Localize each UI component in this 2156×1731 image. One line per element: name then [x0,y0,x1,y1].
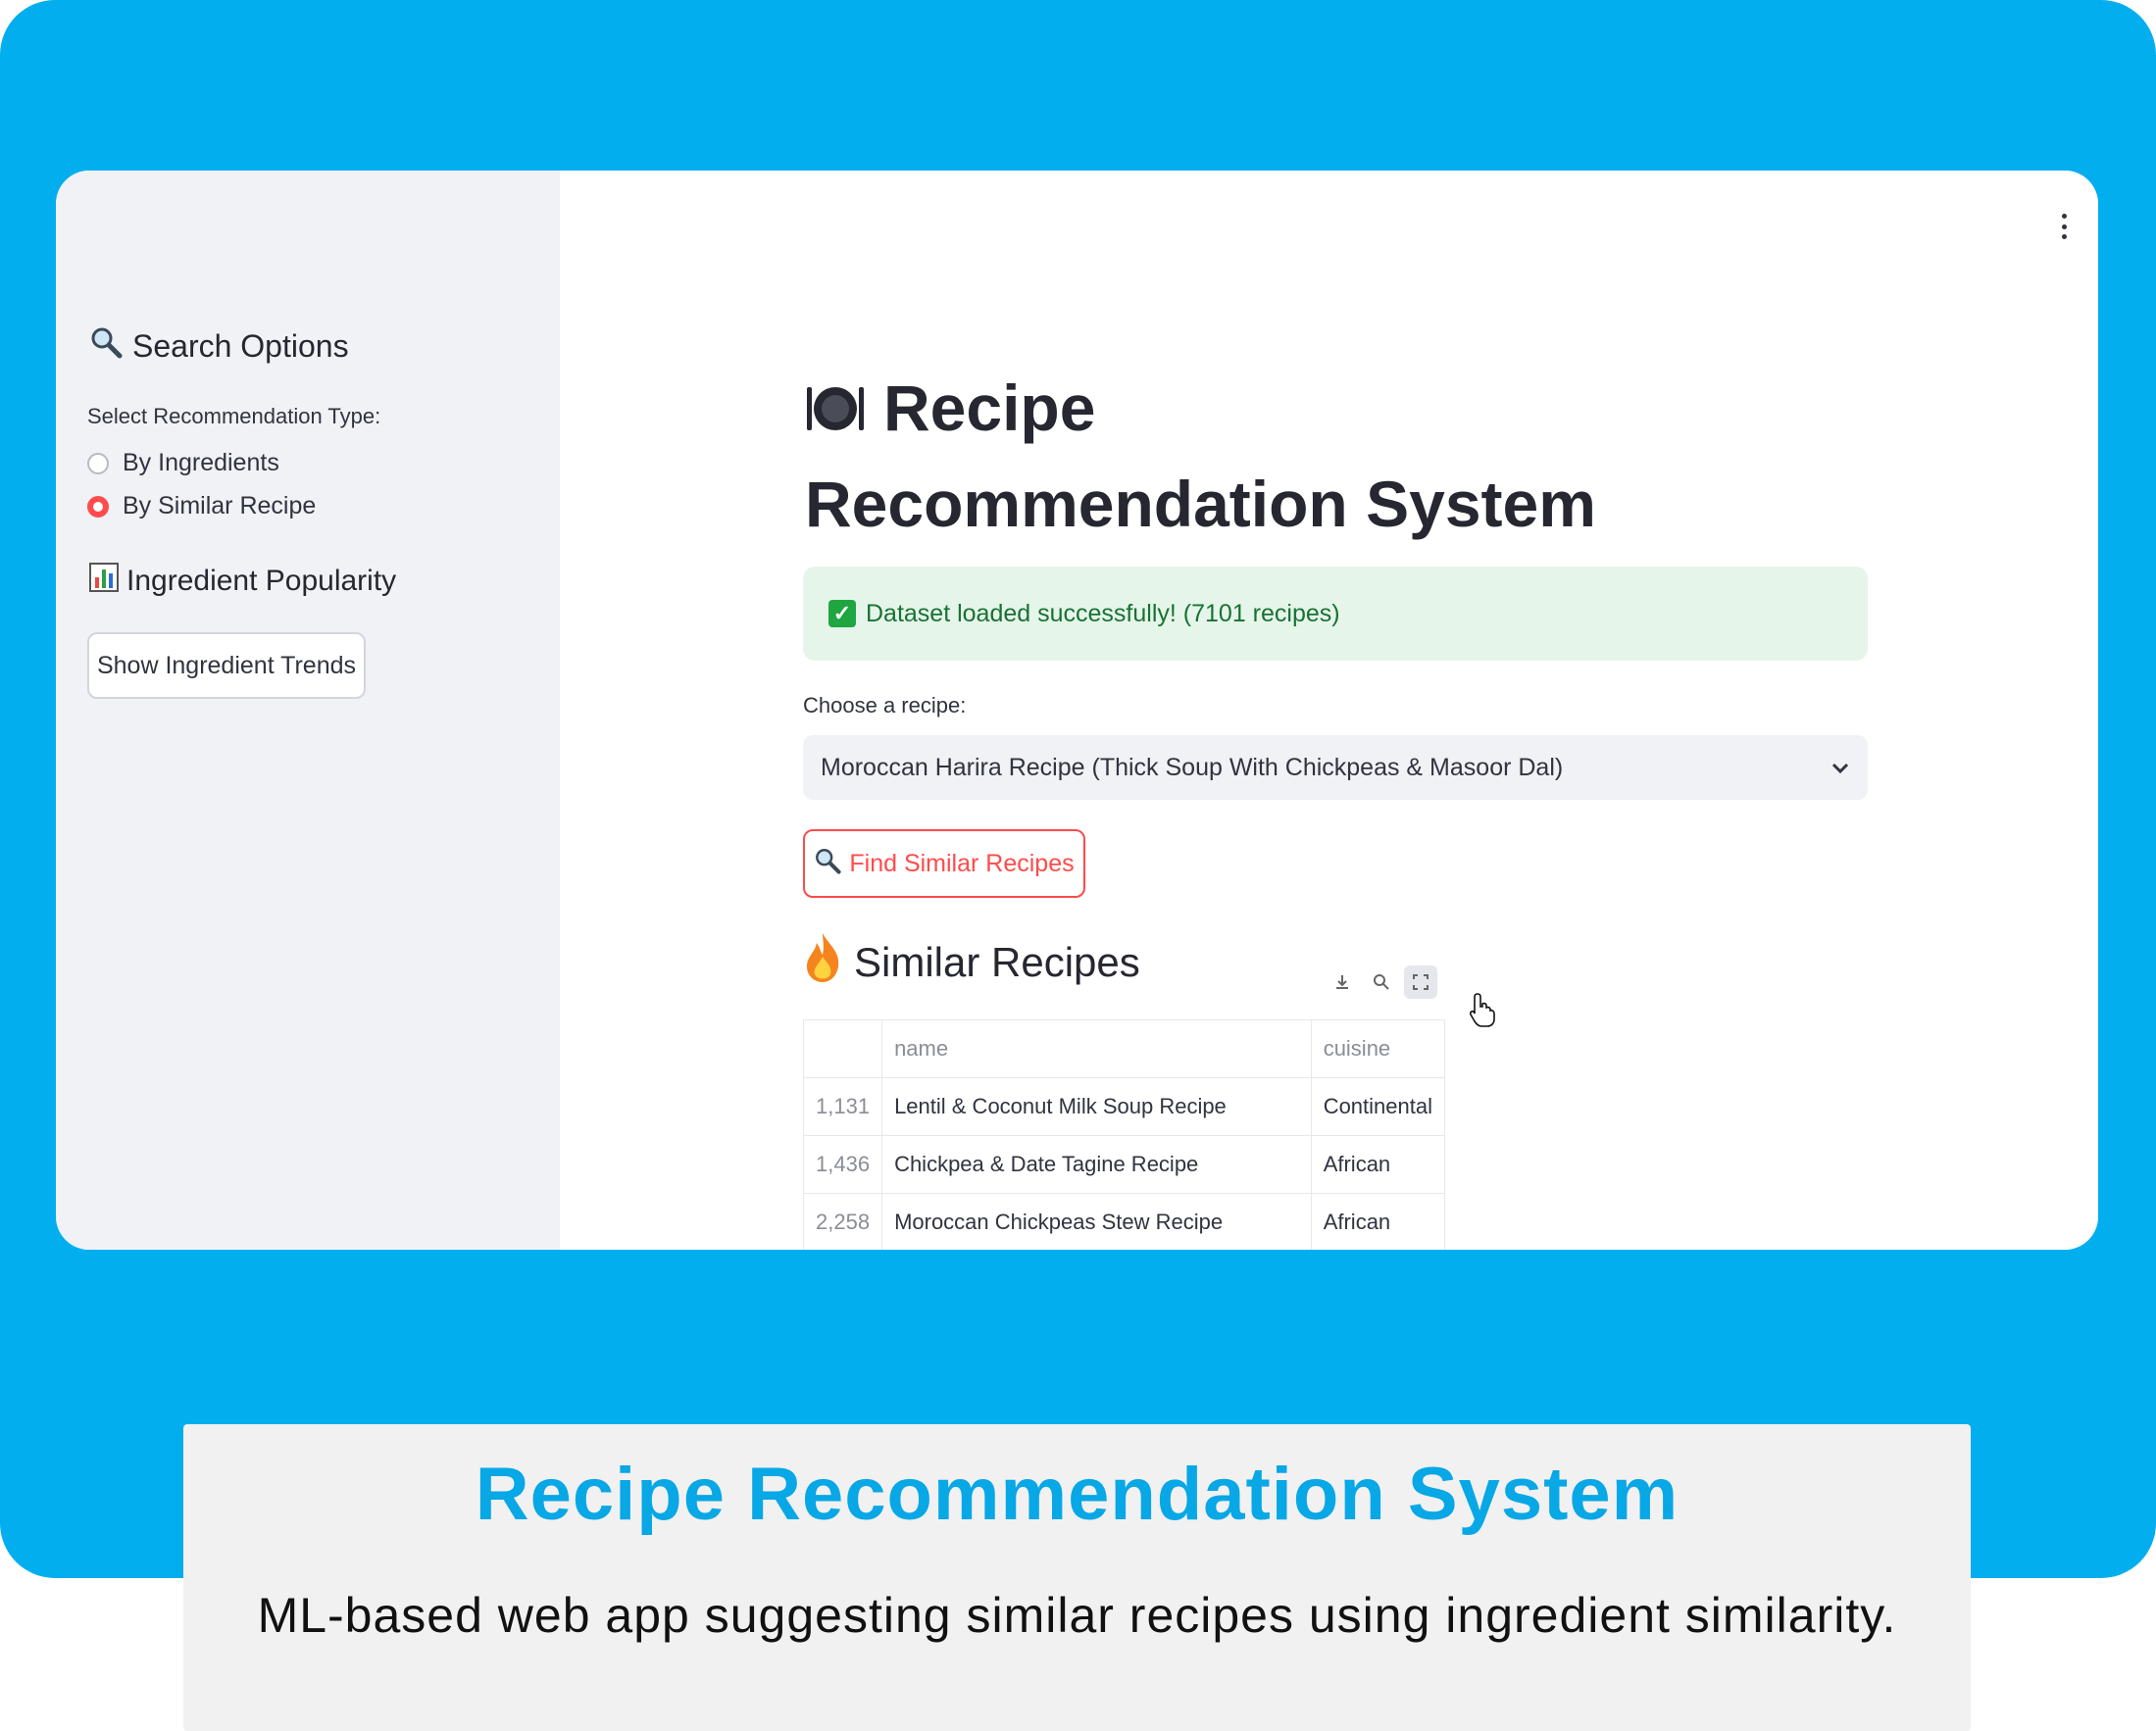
plate-cutlery-icon [805,369,866,459]
cell-cuisine[interactable]: African [1310,1193,1446,1250]
ingredient-popularity-header: Ingredient Popularity [89,563,396,600]
app-window: Search Options Select Recommendation Typ… [56,171,2098,1250]
radio-button-selected[interactable] [87,495,109,518]
caption-title: Recipe Recommendation System [475,1453,1680,1536]
row-index: 2,258 [802,1193,883,1250]
row-index: 1,131 [802,1077,883,1136]
table-row[interactable]: 1,436 Chickpea & Date Tagine Recipe Afri… [802,1135,1446,1194]
find-similar-recipes-button[interactable]: Find Similar Recipes [803,829,1085,898]
success-alert: ✓ Dataset loaded successfully! (7101 rec… [803,567,1868,661]
magnifier-icon [89,325,123,367]
search-icon[interactable] [1365,965,1398,999]
radio-label: By Ingredients [123,449,279,476]
success-message: Dataset loaded successfully! (7101 recip… [866,599,1340,627]
hand-cursor-icon [1469,992,1495,1032]
dataframe-toolbar [1323,964,1440,1000]
recommendation-type-label: Select Recommendation Type: [87,404,381,428]
radio-by-similar-recipe[interactable]: By Similar Recipe [87,492,316,520]
fire-icon [803,931,842,994]
chevron-down-icon [1830,754,1850,782]
row-index: 1,436 [802,1135,883,1194]
caption-subtitle: ML-based web app suggesting similar reci… [257,1588,1897,1643]
table-header-row: name cuisine [802,1019,1446,1078]
more-options-icon[interactable] [2059,214,2069,239]
cell-cuisine[interactable]: African [1310,1135,1446,1194]
sidebar: Search Options Select Recommendation Typ… [56,171,560,1250]
main-content: Recipe Recommendation System ✓ Dataset l… [560,171,2098,1250]
download-icon[interactable] [1326,965,1359,999]
similar-recipes-label: Similar Recipes [854,939,1140,985]
search-options-header: Search Options [89,325,349,367]
similar-recipes-table: name cuisine 1,131 Lentil & Coconut Milk… [802,1019,1446,1250]
similar-recipes-header: Similar Recipes [803,931,1140,994]
ingredient-popularity-label: Ingredient Popularity [126,565,397,597]
cell-cuisine[interactable]: Continental [1310,1077,1446,1136]
bar-chart-icon [89,563,119,600]
page-title-text: Recipe Recommendation System [805,371,1596,540]
cell-name[interactable]: Moroccan Chickpeas Stew Recipe [881,1193,1312,1250]
choose-recipe-label: Choose a recipe: [803,693,967,717]
caption-card: Recipe Recommendation System ML-based we… [183,1424,1971,1731]
search-options-label: Search Options [132,327,349,364]
checkmark-icon: ✓ [828,600,856,627]
column-header-name[interactable]: name [881,1019,1312,1078]
table-row[interactable]: 2,258 Moroccan Chickpeas Stew Recipe Afr… [802,1193,1446,1250]
selected-recipe-value: Moroccan Harira Recipe (Thick Soup With … [821,753,1564,781]
column-header-cuisine[interactable]: cuisine [1310,1019,1446,1078]
cell-name[interactable]: Chickpea & Date Tagine Recipe [881,1135,1312,1194]
radio-label: By Similar Recipe [123,492,317,519]
page-title: Recipe Recommendation System [805,363,1648,549]
index-header [802,1019,883,1078]
recipe-select[interactable]: Moroccan Harira Recipe (Thick Soup With … [803,735,1868,800]
radio-button-unselected[interactable] [87,452,109,474]
show-ingredient-trends-button[interactable]: Show Ingredient Trends [87,632,366,699]
find-button-label: Find Similar Recipes [849,849,1075,877]
radio-by-ingredients[interactable]: By Ingredients [87,449,279,477]
table-row[interactable]: 1,131 Lentil & Coconut Milk Soup Recipe … [802,1077,1446,1136]
magnifier-icon [814,847,841,881]
cell-name[interactable]: Lentil & Coconut Milk Soup Recipe [881,1077,1312,1136]
fullscreen-icon[interactable] [1404,965,1437,999]
